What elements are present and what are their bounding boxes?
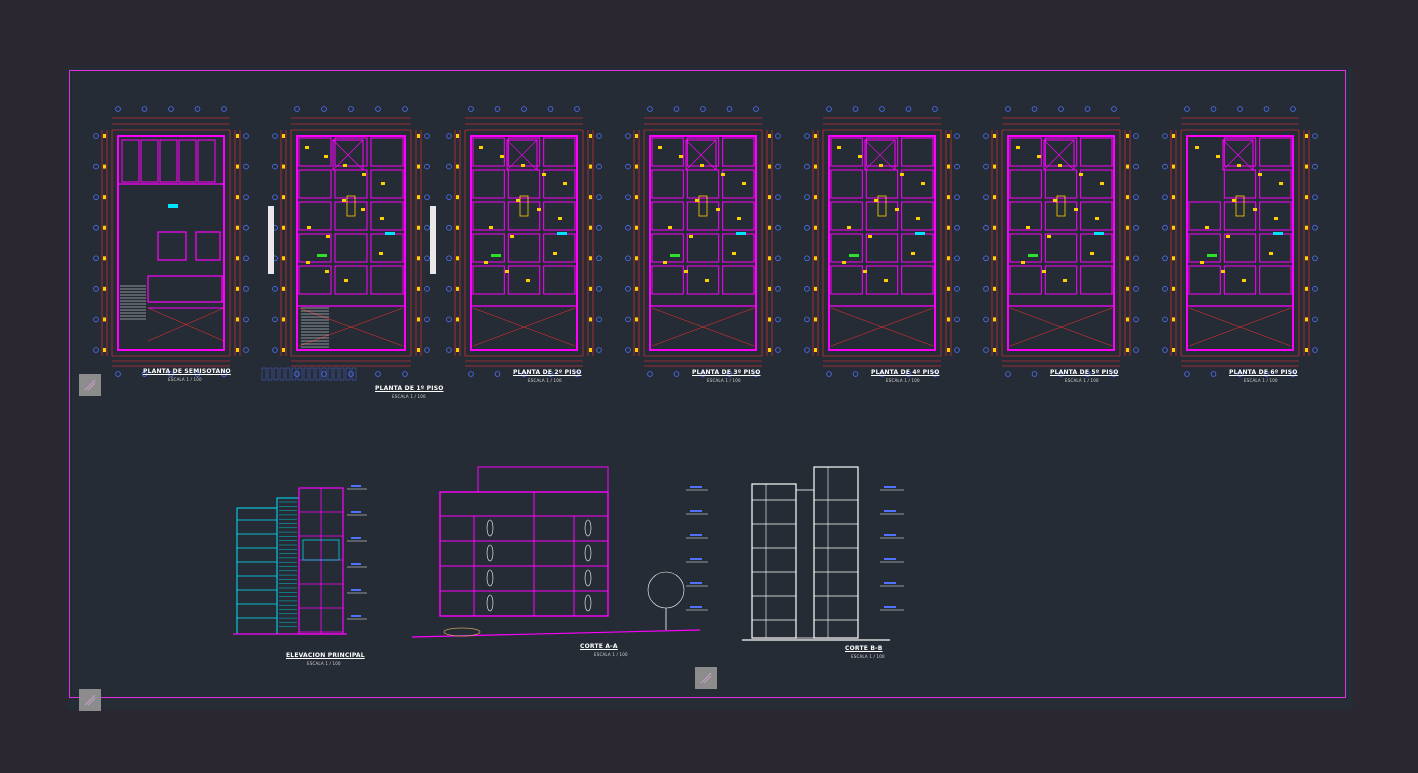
elevation-scale: ESCALA 1 / 100 [307,661,341,666]
plan-scale-piso-5: ESCALA 1 / 100 [1065,378,1099,383]
cad-drawing-area: PLANTA DE SEMISOTANO ESCALA 1 / 100 PLAN… [0,0,1418,773]
plan-title-piso-1: PLANTA DE 1º PISO [375,385,444,392]
section-a-scale: ESCALA 1 / 100 [594,652,628,657]
plan-title-piso-5: PLANTA DE 5º PISO [1050,369,1119,376]
elevation-title: ELEVACION PRINCIPAL [286,652,365,659]
plan-title-piso-2: PLANTA DE 2º PISO [513,369,582,376]
plan-scale-piso-2: ESCALA 1 / 100 [528,378,562,383]
plan-title-semisotano: PLANTA DE SEMISOTANO [143,368,231,375]
north-arrow-icon [79,374,101,396]
sheet-border [69,70,1346,698]
plan-scale-piso-3: ESCALA 1 / 100 [707,378,741,383]
plan-scale-piso-1: ESCALA 1 / 100 [392,394,426,399]
north-arrow-icon [695,667,717,689]
section-a-title: CORTE A-A [580,643,618,650]
section-b-scale: ESCALA 1 / 100 [851,654,885,659]
plan-title-piso-6: PLANTA DE 6º PISO [1229,369,1298,376]
plan-title-piso-4: PLANTA DE 4º PISO [871,369,940,376]
section-b-title: CORTE B-B [845,645,883,652]
title-block-icon [79,689,101,711]
plan-scale-piso-6: ESCALA 1 / 100 [1244,378,1278,383]
plan-title-piso-3: PLANTA DE 3º PISO [692,369,761,376]
plan-scale-piso-4: ESCALA 1 / 100 [886,378,920,383]
plan-scale-semisotano: ESCALA 1 / 100 [168,377,202,382]
